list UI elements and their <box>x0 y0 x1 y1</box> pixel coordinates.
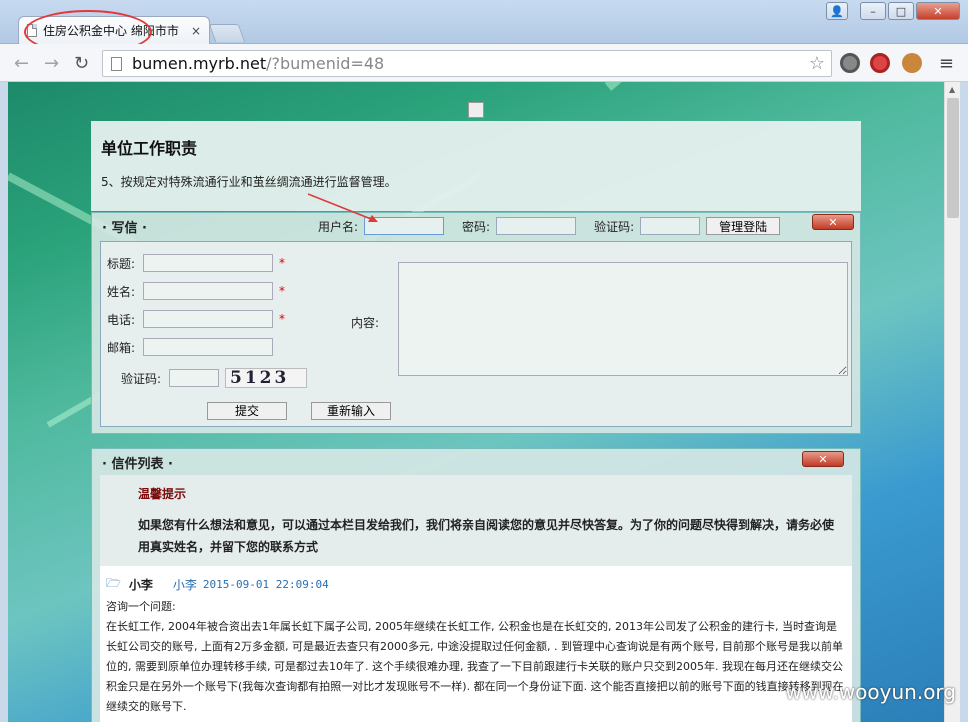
scrollbar-thumb[interactable] <box>947 98 959 218</box>
scroll-up-icon[interactable]: ▲ <box>949 85 955 94</box>
scrollbar[interactable]: ▲ <box>944 82 960 722</box>
annotation-arrow <box>307 193 378 222</box>
watermark: www.wooyun.org <box>785 680 956 704</box>
